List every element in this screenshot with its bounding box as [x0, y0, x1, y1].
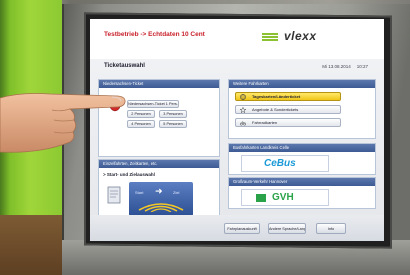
top-bar: Testbetrieb -> Echtdaten 10 Cent vlexx: [90, 19, 384, 59]
tageskarten-label: Tageskarten/Länderticket: [252, 94, 301, 99]
page-title: Ticketauswahl: [104, 63, 145, 69]
gvh-mark-icon: [256, 194, 266, 202]
ticket-icon: [107, 186, 121, 204]
start-ziel-button[interactable]: Start ➜ Ziel: [129, 182, 193, 216]
pointing-finger-icon: [0, 93, 126, 153]
globe-icon: [240, 94, 246, 100]
tageskarten-button[interactable]: Tageskarten/Länderticket: [235, 92, 341, 101]
brand-name: vlexx: [284, 29, 317, 43]
fahrplanauskunft-button[interactable]: Fahrplanauskunft: [224, 223, 260, 234]
title-bar: Ticketauswahl Mi 13.08.2014 10:27: [96, 61, 376, 75]
fahrradkarten-label: Fahrradkarten: [252, 120, 278, 125]
datetime: Mi 13.08.2014 10:27: [316, 64, 368, 69]
ticket-5-persons-button[interactable]: 5 Personen: [159, 120, 187, 128]
angebote-label: Angebote & Sondertickets: [252, 107, 299, 112]
weitere-fahrkarten-panel: Weitere Fahrkarten Tageskarten/Ländertic…: [228, 79, 376, 139]
footer-bar: Fahrplanauskunft Andere Sprache/Language…: [90, 215, 384, 241]
panel-heading: Busfahrkarten Landkreis Celle: [229, 144, 375, 152]
fahrradkarten-button[interactable]: Fahrradkarten: [235, 118, 341, 127]
bicycle-icon: [240, 121, 246, 126]
cebus-logo-text: CeBus: [264, 158, 296, 169]
star-icon: [240, 107, 246, 113]
gvh-logo-text: GVH: [272, 192, 294, 203]
arrow-right-icon: ➜: [155, 187, 163, 197]
gvh-panel: Großraum-Verkehr Hannover GVH: [228, 177, 376, 209]
panel-heading: Großraum-Verkehr Hannover: [229, 178, 375, 186]
panel-heading: Weitere Fahrkarten: [229, 80, 375, 88]
angebote-button[interactable]: Angebote & Sondertickets: [235, 105, 341, 114]
route-waves-icon: [138, 203, 184, 212]
ticket-4-persons-button[interactable]: 4 Personen: [127, 120, 155, 128]
start-label: Start: [135, 190, 144, 195]
date: Mi 13.08.2014: [322, 64, 351, 69]
ticket-3-persons-button[interactable]: 3 Personen: [159, 110, 187, 118]
gvh-logo-button[interactable]: GVH: [241, 189, 329, 206]
time: 10:27: [356, 64, 368, 69]
language-button[interactable]: Andere Sprache/Language: [268, 223, 306, 234]
floor: [0, 215, 70, 275]
start-ziel-option[interactable]: > Start- und Zielauswahl: [103, 172, 155, 177]
info-button[interactable]: Info: [316, 223, 346, 234]
photo-scene: Testbetrieb -> Echtdaten 10 Cent vlexx T…: [0, 0, 410, 275]
vlexx-logo: vlexx: [262, 29, 332, 45]
ticket-machine-screen: Testbetrieb -> Echtdaten 10 Cent vlexx T…: [90, 19, 384, 241]
cebus-panel: Busfahrkarten Landkreis Celle CeBus: [228, 143, 376, 175]
ticket-1-person-button[interactable]: Niedersachsen-Ticket 1 Pers.: [127, 100, 179, 108]
logo-stripes-icon: [262, 33, 278, 43]
ticket-2-persons-button[interactable]: 2 Personen: [127, 110, 155, 118]
ziel-label: Ziel: [173, 190, 180, 195]
panel-heading: Einzelfahrten, Zeitkarten, etc.: [99, 160, 219, 168]
mode-text: Testbetrieb -> Echtdaten 10 Cent: [104, 31, 205, 38]
cebus-logo-button[interactable]: CeBus: [241, 155, 329, 172]
